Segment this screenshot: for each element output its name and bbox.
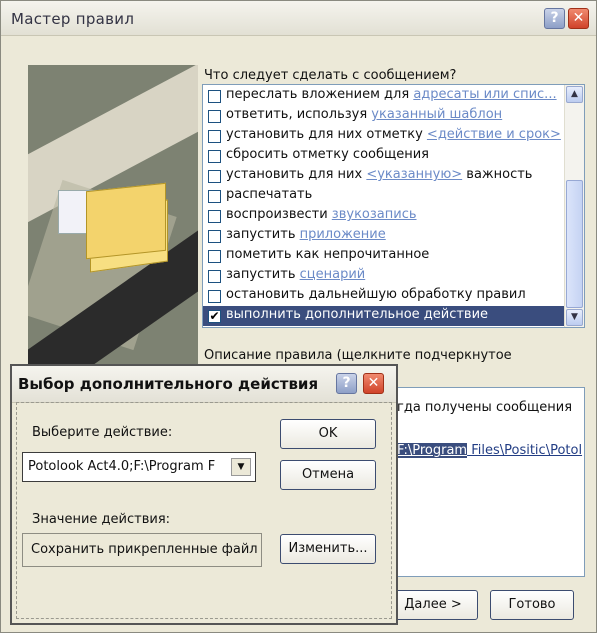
action-item-label: распечатать xyxy=(226,187,313,202)
chevron-down-icon[interactable]: ▼ xyxy=(231,458,251,476)
additional-action-dialog: Выбор дополнительного действия ? ✕ xyxy=(10,364,398,625)
action-item-link[interactable]: приложение xyxy=(300,227,386,242)
action-item-label: воспроизвести звукозапись xyxy=(226,207,417,222)
title-bar: Мастер правил ? ✕ xyxy=(1,1,596,36)
help-button[interactable]: ? xyxy=(544,8,565,29)
scroll-up-button[interactable]: ▲ xyxy=(566,86,583,103)
action-item-link[interactable]: <указанную> xyxy=(366,167,462,182)
action-item-label: переслать вложением для адресаты или спи… xyxy=(226,87,557,102)
dialog-title-bar: Выбор дополнительного действия ? ✕ xyxy=(12,366,396,403)
action-item[interactable]: запустить сценарий xyxy=(203,266,565,286)
action-checkbox[interactable] xyxy=(208,210,221,223)
finish-button[interactable]: Готово xyxy=(490,590,574,620)
actions-scrollbar[interactable]: ▲ ▼ xyxy=(564,85,584,327)
action-item[interactable]: ✔ выполнить дополнительное действие xyxy=(203,306,565,326)
dialog-close-button[interactable]: ✕ xyxy=(363,373,384,394)
description-path-link[interactable]: F:\Program xyxy=(397,443,468,458)
action-item-label: установить для них отметку <действие и с… xyxy=(226,127,561,142)
action-item[interactable]: пометить как непрочитанное xyxy=(203,246,565,266)
action-item-link[interactable]: <действие и срок> xyxy=(427,127,561,142)
dialog-help-button[interactable]: ? xyxy=(336,373,357,394)
action-checkbox[interactable] xyxy=(208,290,221,303)
action-item-label: запустить приложение xyxy=(226,227,386,242)
action-checkbox[interactable] xyxy=(208,190,221,203)
action-item-link[interactable]: адресаты или спис... xyxy=(413,87,556,102)
description-line-1: гда получены сообщения xyxy=(397,400,573,415)
action-checkbox[interactable] xyxy=(208,150,221,163)
action-item-label: пометить как непрочитанное xyxy=(226,247,430,262)
action-item-label: установить для них <указанную> важность xyxy=(226,167,533,182)
actions-question-label: Что следует сделать с сообщением? xyxy=(204,68,457,83)
action-checkbox[interactable] xyxy=(208,170,221,183)
window-title: Мастер правил xyxy=(11,10,135,28)
action-select[interactable]: Potolook Act4.0;F:\Program F ▼ xyxy=(22,452,256,482)
action-value-field: Сохранить прикрепленные файлы xyxy=(22,533,262,567)
action-item[interactable]: сбросить отметку сообщения xyxy=(203,146,565,166)
cancel-button[interactable]: Отмена xyxy=(280,460,376,490)
action-item[interactable]: запустить приложение xyxy=(203,226,565,246)
action-checkbox[interactable] xyxy=(208,110,221,123)
action-checkbox[interactable] xyxy=(208,270,221,283)
action-checkbox[interactable]: ✔ xyxy=(208,310,221,323)
action-item-label: запустить сценарий xyxy=(226,267,366,282)
action-item[interactable]: установить для них <указанную> важность xyxy=(203,166,565,186)
action-checkbox[interactable] xyxy=(208,90,221,103)
next-button[interactable]: Далее > xyxy=(388,590,478,620)
wizard-illustration xyxy=(28,65,198,375)
action-checkbox[interactable] xyxy=(208,230,221,243)
action-item-link[interactable]: звукозапись xyxy=(332,207,417,222)
action-item[interactable]: воспроизвести звукозапись xyxy=(203,206,565,226)
action-item-label: ответить, используя указанный шаблон xyxy=(226,107,503,122)
action-item-link[interactable]: сценарий xyxy=(300,267,366,282)
choose-action-label: Выберите действие: xyxy=(32,425,173,440)
ok-button[interactable]: OK xyxy=(280,419,376,449)
change-button[interactable]: Изменить... xyxy=(280,534,376,564)
action-checkbox[interactable] xyxy=(208,250,221,263)
description-line-2[interactable]: F:\Program Files\Positic\Potol xyxy=(397,443,582,458)
close-button[interactable]: ✕ xyxy=(568,8,589,29)
action-item-link[interactable]: указанный шаблон xyxy=(371,107,502,122)
action-checkbox[interactable] xyxy=(208,130,221,143)
action-item[interactable]: ответить, используя указанный шаблон xyxy=(203,106,565,126)
actions-list[interactable]: переслать вложением для адресаты или спи… xyxy=(202,84,585,328)
scroll-down-button[interactable]: ▼ xyxy=(566,309,583,326)
dialog-title: Выбор дополнительного действия xyxy=(18,375,319,393)
action-item[interactable]: остановить дальнейшую обработку правил xyxy=(203,286,565,306)
action-item-label: остановить дальнейшую обработку правил xyxy=(226,287,526,302)
action-item-label: сбросить отметку сообщения xyxy=(226,147,429,162)
action-value-label: Значение действия: xyxy=(32,512,171,527)
action-item[interactable]: установить для них отметку <действие и с… xyxy=(203,126,565,146)
action-item[interactable]: переслать вложением для адресаты или спи… xyxy=(203,86,565,106)
action-item[interactable]: распечатать xyxy=(203,186,565,206)
action-item-label: выполнить дополнительное действие xyxy=(226,307,489,322)
scroll-thumb[interactable] xyxy=(566,180,583,308)
